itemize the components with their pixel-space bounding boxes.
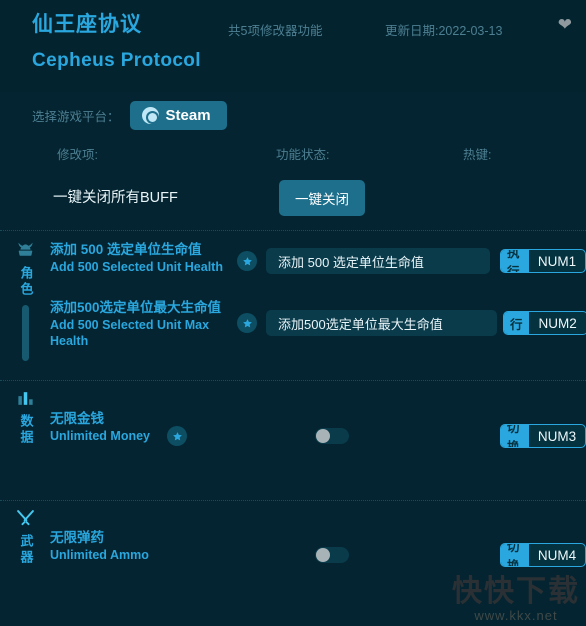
hotkey-action-label: 切换 [501, 425, 529, 447]
execute-action-label: 添加 500 选定单位生命值 [278, 254, 424, 270]
steam-icon [141, 106, 159, 124]
favorite-star-button[interactable] [167, 426, 187, 446]
feature-name-en: Add 500 Selected Unit Max Health [50, 318, 210, 348]
section-data: 数据 无限金钱 Unlimited Money 切换 NUM3 [0, 380, 586, 500]
feature-toggle[interactable] [315, 547, 349, 563]
favorite-star-button[interactable] [237, 251, 257, 271]
update-date: 更新日期:2022-03-13 [385, 24, 503, 38]
feature-row: 无限金钱 Unlimited Money 切换 NUM3 [50, 381, 586, 448]
column-header-hotkey: 热键: [463, 148, 492, 162]
feature-count: 共5项修改器功能 [228, 24, 323, 38]
category-label: 武器 [18, 534, 34, 566]
hotkey-widget[interactable]: 行 NUM2 [503, 311, 586, 335]
category-scroll-indicator[interactable] [21, 305, 29, 361]
feature-name-cn: 无限弹药 [50, 530, 104, 545]
platform-name: Steam [165, 106, 211, 124]
feature-name-cn: 无限金钱 [50, 411, 104, 426]
toggle-knob [316, 548, 330, 562]
hotkey-widget[interactable]: 切换 NUM3 [500, 424, 586, 448]
page-title-en: Cepheus Protocol [32, 50, 201, 71]
watermark-url: www.kkx.net [474, 608, 558, 623]
character-helmet-icon [15, 239, 36, 261]
all-buffs-off-button[interactable]: 一键关闭 [279, 180, 365, 216]
hotkey-key-label: NUM1 [537, 253, 577, 269]
category-label: 角色 [18, 266, 34, 298]
feature-name-cn: 添加 500 选定单位生命值 [50, 242, 202, 257]
hotkey-widget[interactable]: 切换 NUM4 [500, 543, 586, 567]
feature-row: 添加500选定单位最大生命值 Add 500 Selected Unit Max… [50, 291, 586, 361]
hotkey-action-label: 行 [504, 312, 529, 334]
feature-names: 无限金钱 Unlimited Money [50, 410, 238, 444]
execute-action-label: 添加500选定单位最大生命值 [278, 316, 443, 332]
hotkey-action-label: 执行 [501, 250, 529, 272]
feature-names: 添加500选定单位最大生命值 Add 500 Selected Unit Max… [50, 299, 238, 349]
favorite-star-button[interactable] [237, 313, 257, 333]
category-character[interactable]: 角色 [8, 239, 42, 361]
hotkey-key-label: NUM3 [537, 428, 577, 444]
execute-action-pill[interactable]: 添加 500 选定单位生命值 [266, 248, 490, 274]
feature-name-en: Unlimited Money [50, 429, 151, 443]
category-label: 数据 [18, 414, 34, 446]
category-weapons[interactable]: 武器 [8, 507, 42, 566]
platform-label: 选择游戏平台： [32, 109, 120, 124]
execute-action-pill[interactable]: 添加500选定单位最大生命值 [266, 310, 497, 336]
feature-toggle[interactable] [315, 428, 349, 444]
feature-name-en: Add 500 Selected Unit Health [50, 260, 223, 274]
feature-names: 无限弹药 Unlimited Ammo [50, 529, 238, 563]
feature-row: 添加 500 选定单位生命值 Add 500 Selected Unit Hea… [50, 231, 586, 291]
platform-selector-row: 选择游戏平台： Steam [0, 92, 586, 138]
all-buffs-off-label: 一键关闭所有BUFF [53, 190, 178, 206]
heart-icon[interactable]: ❤ [558, 16, 572, 33]
all-buffs-off-row: 一键关闭所有BUFF 一键关闭 [0, 170, 586, 230]
platform-button-steam[interactable]: Steam [129, 100, 227, 130]
column-header-state: 功能状态: [276, 148, 330, 162]
crossed-swords-icon [15, 507, 36, 529]
feature-row: 无限弹药 Unlimited Ammo 切换 NUM4 [50, 501, 586, 567]
hotkey-widget[interactable]: 执行 NUM1 [500, 249, 586, 273]
hotkey-key-label: NUM4 [537, 547, 577, 563]
column-header-modifier: 修改项: [57, 148, 98, 162]
category-data[interactable]: 数据 [8, 387, 42, 446]
column-headers: 修改项: 功能状态: 热键: [0, 138, 586, 170]
feature-name-cn: 添加500选定单位最大生命值 [50, 300, 222, 315]
section-weapons: 武器 无限弹药 Unlimited Ammo 切换 NUM4 [0, 500, 586, 596]
app-header: 仙王座协议 Cepheus Protocol 共5项修改器功能 更新日期:202… [0, 0, 586, 92]
hotkey-action-label: 切换 [501, 544, 529, 566]
bar-chart-icon [16, 387, 35, 409]
hotkey-key-label: NUM2 [538, 315, 577, 331]
feature-name-en: Unlimited Ammo [50, 548, 149, 562]
feature-names: 添加 500 选定单位生命值 Add 500 Selected Unit Hea… [50, 241, 238, 275]
section-character: 角色 添加 500 选定单位生命值 Add 500 Selected Unit … [0, 230, 586, 380]
toggle-knob [316, 429, 330, 443]
